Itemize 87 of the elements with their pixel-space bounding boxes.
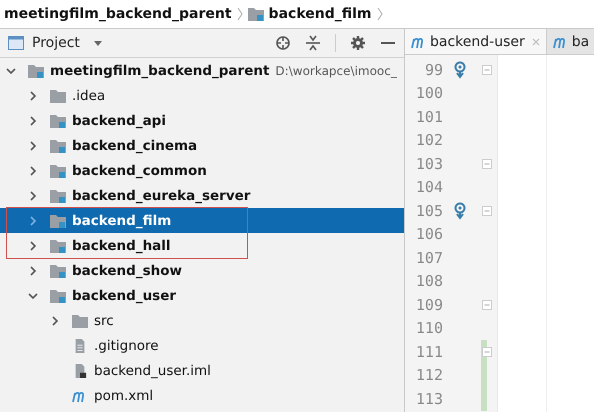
- line-number: 110: [414, 319, 443, 338]
- line-number: 102: [414, 131, 443, 150]
- fold-marker-icon[interactable]: [482, 206, 492, 216]
- chevron-down-icon[interactable]: [28, 290, 38, 300]
- line-number: 104: [414, 178, 443, 196]
- tree-item-label: src: [94, 312, 114, 328]
- path-text: D:\workapce\imooc_: [275, 64, 397, 78]
- line-number: 107: [414, 248, 443, 267]
- tree-item-label: meetingfilm_backend_parent: [50, 62, 270, 78]
- tree-row[interactable]: backend_user: [0, 283, 404, 308]
- chevron-icon: [236, 7, 243, 21]
- tree-item-label: backend_api: [72, 112, 166, 128]
- window-icon: [8, 36, 24, 50]
- fold-marker-icon[interactable]: [482, 64, 492, 75]
- module-folder-icon: [50, 138, 66, 152]
- tree-item-label: backend_user.iml: [94, 362, 211, 378]
- line-number: 112: [414, 366, 443, 384]
- breadcrumb-item[interactable]: meetingfilm_backend_parent: [4, 6, 232, 22]
- breadcrumb-item[interactable]: backend_film: [268, 6, 372, 22]
- panel-title[interactable]: Project: [32, 35, 80, 51]
- folder-icon: [50, 88, 66, 102]
- module-folder-icon: [248, 7, 264, 21]
- chevron-right-icon[interactable]: [28, 166, 38, 176]
- line-number: 101: [414, 108, 443, 126]
- settings-icon[interactable]: [350, 35, 366, 51]
- fold-marker-icon[interactable]: [482, 346, 492, 357]
- module-folder-icon: [28, 64, 44, 78]
- chevron-right-icon[interactable]: [28, 90, 38, 100]
- tree-item-label: backend_cinema: [72, 138, 198, 154]
- module-folder-icon: [50, 288, 66, 302]
- chevron-icon: [376, 7, 382, 21]
- module-folder-icon: [50, 214, 66, 228]
- tree-item-label: backend_common: [72, 162, 207, 178]
- editor-tab[interactable]: ba: [546, 29, 594, 54]
- line-number: 113: [414, 390, 443, 408]
- tree-row[interactable]: backend_cinema: [0, 133, 404, 158]
- tree-item-label: backend_show: [72, 262, 182, 278]
- chevron-right-icon[interactable]: [50, 316, 60, 326]
- tree-item-label: backend_user: [72, 288, 176, 304]
- line-number: 99: [424, 60, 443, 79]
- tree-row[interactable]: backend_eureka_server: [0, 183, 404, 208]
- dropdown-caret-icon[interactable]: [94, 40, 102, 46]
- tree-row[interactable]: .idea: [0, 83, 404, 108]
- line-number: 111: [414, 342, 443, 361]
- tree-row[interactable]: .gitignore: [0, 333, 404, 358]
- tree-row[interactable]: backend_hall: [0, 233, 404, 258]
- tree-row[interactable]: backend_show: [0, 258, 404, 283]
- override-marker-icon[interactable]: [454, 60, 466, 79]
- chevron-right-icon[interactable]: [28, 266, 38, 276]
- tree-row[interactable]: backend_common: [0, 158, 404, 183]
- tree-item-label: .idea: [72, 88, 106, 104]
- line-number: 106: [414, 225, 443, 244]
- tab-label: backend-user: [430, 34, 525, 50]
- module-folder-icon: [50, 264, 66, 278]
- tree-item-label: backend_eureka_server: [72, 188, 250, 204]
- line-number: 105: [414, 202, 443, 220]
- fold-marker-icon[interactable]: [482, 300, 492, 310]
- line-number: 109: [414, 296, 443, 314]
- chevron-down-icon[interactable]: [6, 66, 16, 76]
- tree-item-label: backend_film: [72, 212, 172, 228]
- tree-row[interactable]: backend_api: [0, 108, 404, 133]
- override-marker-icon[interactable]: [454, 202, 466, 220]
- tree-item-label: .gitignore: [94, 338, 159, 354]
- module-folder-icon: [50, 114, 66, 128]
- tree-row[interactable]: pom.xml: [0, 383, 404, 408]
- tree-row[interactable]: backend_user.iml: [0, 358, 404, 383]
- line-number: 108: [414, 272, 443, 290]
- tree-row[interactable]: meetingfilm_backend_parent D:\workapce\imooc_: [0, 58, 404, 83]
- tree-item-label: pom.xml: [94, 388, 154, 404]
- module-folder-icon: [50, 238, 66, 252]
- crosshair-icon[interactable]: [275, 35, 291, 51]
- chevron-right-icon[interactable]: [28, 240, 38, 250]
- module-folder-icon: [50, 188, 66, 202]
- line-number: 103: [414, 154, 443, 173]
- chevron-right-icon[interactable]: [28, 116, 38, 126]
- editor-tab[interactable]: backend-user: [405, 29, 547, 54]
- chevron-right-icon[interactable]: [28, 190, 38, 200]
- collapse-all-icon[interactable]: [305, 35, 321, 51]
- tree-item-label: backend_hall: [72, 238, 171, 254]
- chevron-right-icon[interactable]: [28, 140, 38, 150]
- fold-marker-icon[interactable]: [482, 158, 492, 169]
- module-folder-icon: [50, 164, 66, 178]
- tree-row[interactable]: backend_film: [0, 208, 404, 233]
- folder-icon: [72, 314, 88, 328]
- line-number: 100: [414, 84, 443, 102]
- tree-row[interactable]: src: [0, 308, 404, 333]
- tab-label: ba: [572, 34, 590, 50]
